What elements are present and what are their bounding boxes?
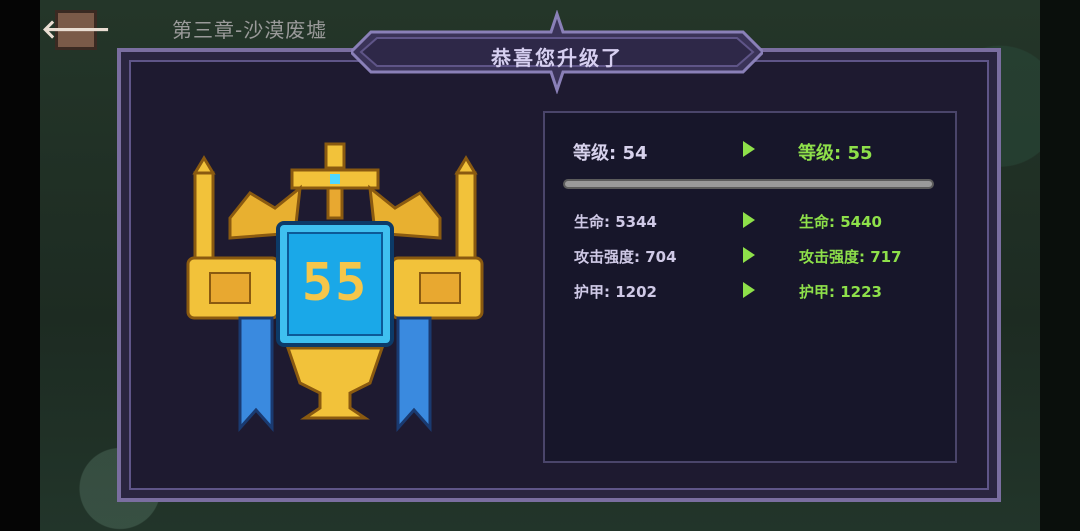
badge-level-number: 55 — [301, 253, 369, 313]
stat-new-hp: 生命: 5440 — [799, 213, 882, 231]
stat-old-armor: 护甲: 1202 — [574, 283, 657, 301]
arrow-right-icon — [743, 212, 755, 228]
back-button[interactable]: 🡐 — [41, 10, 111, 50]
arrow-right-icon — [743, 141, 755, 157]
title-banner: 恭喜您升级了 — [351, 10, 763, 94]
arrow-right-icon — [743, 282, 755, 298]
stat-old-hp: 生命: 5344 — [574, 213, 657, 231]
letterbox-right — [1040, 0, 1080, 531]
stat-old-attack: 攻击强度: 704 — [574, 248, 677, 266]
letterbox-left — [0, 0, 40, 531]
stat-new-armor: 护甲: 1223 — [799, 283, 882, 301]
chapter-title: 第三章-沙漠废墟 — [172, 18, 328, 42]
level-old: 等级: 54 — [573, 143, 648, 164]
arrow-left-icon: 🡐 — [41, 15, 111, 45]
dialog-title: 恭喜您升级了 — [491, 46, 623, 70]
arrow-right-icon — [743, 247, 755, 263]
level-new: 等级: 55 — [798, 143, 873, 164]
stat-new-attack: 攻击强度: 717 — [799, 248, 902, 266]
stats-divider — [563, 179, 934, 189]
